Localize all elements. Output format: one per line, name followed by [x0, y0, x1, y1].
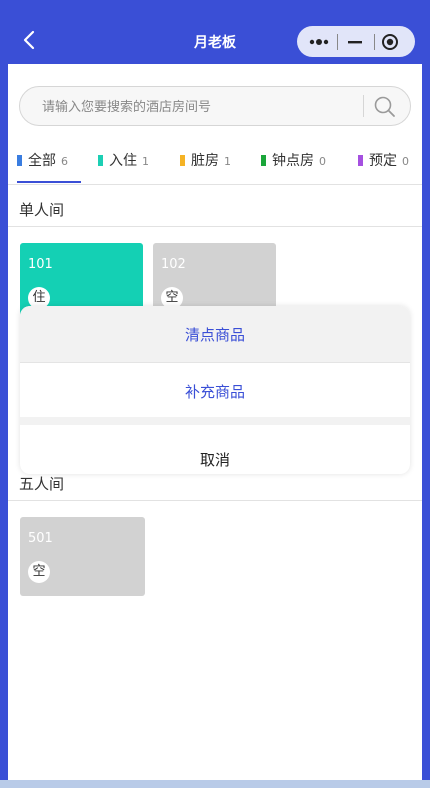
tab-count: 0	[319, 155, 326, 168]
room-status-badge: 空	[28, 561, 50, 583]
room-number: 101	[28, 257, 53, 272]
capsule-separator	[337, 34, 338, 50]
tab-label: 全部	[28, 153, 56, 169]
tab-label: 预定	[369, 153, 397, 169]
cancel-button[interactable]: 取消	[20, 425, 410, 474]
tab-reserved[interactable]: 预定 0	[358, 150, 409, 170]
status-tabs: 全部 6 入住 1 脏房 1 钟点房 0 预定 0	[8, 140, 422, 185]
section-title: 单人间	[19, 201, 65, 219]
frame-edge-right	[422, 0, 430, 780]
tab-label: 脏房	[191, 153, 219, 169]
frame-edge-left	[0, 0, 8, 780]
tab-hourly[interactable]: 钟点房 0	[261, 150, 326, 170]
action-sheet-gap	[20, 417, 410, 425]
section-divider	[8, 500, 422, 501]
search-input[interactable]	[40, 95, 354, 119]
bottom-bar	[0, 780, 430, 788]
tab-all[interactable]: 全部 6	[17, 150, 68, 170]
tab-color-marker	[98, 155, 103, 166]
tab-label: 钟点房	[272, 153, 314, 169]
section-title: 五人间	[19, 475, 65, 493]
tab-color-marker	[180, 155, 185, 166]
tab-count: 1	[224, 155, 231, 168]
close-target-icon[interactable]	[381, 33, 399, 51]
section-divider	[8, 226, 422, 227]
search-bar	[19, 86, 411, 126]
search-divider	[363, 95, 364, 117]
mini-program-capsule	[297, 26, 415, 57]
tab-color-marker	[358, 155, 363, 166]
tab-color-marker	[17, 155, 22, 166]
tab-count: 1	[142, 155, 149, 168]
room-number: 501	[28, 531, 53, 546]
more-icon[interactable]	[307, 34, 345, 48]
action-sheet: 清点商品 补充商品 取消	[20, 306, 410, 474]
tab-checked-in[interactable]: 入住 1	[98, 150, 149, 170]
tab-color-marker	[261, 155, 266, 166]
action-count-goods-button[interactable]: 清点商品	[20, 306, 410, 363]
room-number: 102	[161, 257, 186, 272]
tab-label: 入住	[109, 153, 137, 169]
tab-active-indicator	[17, 181, 81, 183]
action-restock-goods-button[interactable]: 补充商品	[20, 363, 410, 417]
minimize-icon[interactable]	[347, 34, 363, 48]
search-icon[interactable]	[373, 95, 397, 119]
room-card-501[interactable]: 501 空	[20, 517, 145, 596]
tab-dirty[interactable]: 脏房 1	[180, 150, 231, 170]
tab-count: 6	[61, 155, 68, 168]
tab-count: 0	[402, 155, 409, 168]
nav-header: 月老板	[0, 0, 430, 64]
capsule-separator	[374, 34, 375, 50]
